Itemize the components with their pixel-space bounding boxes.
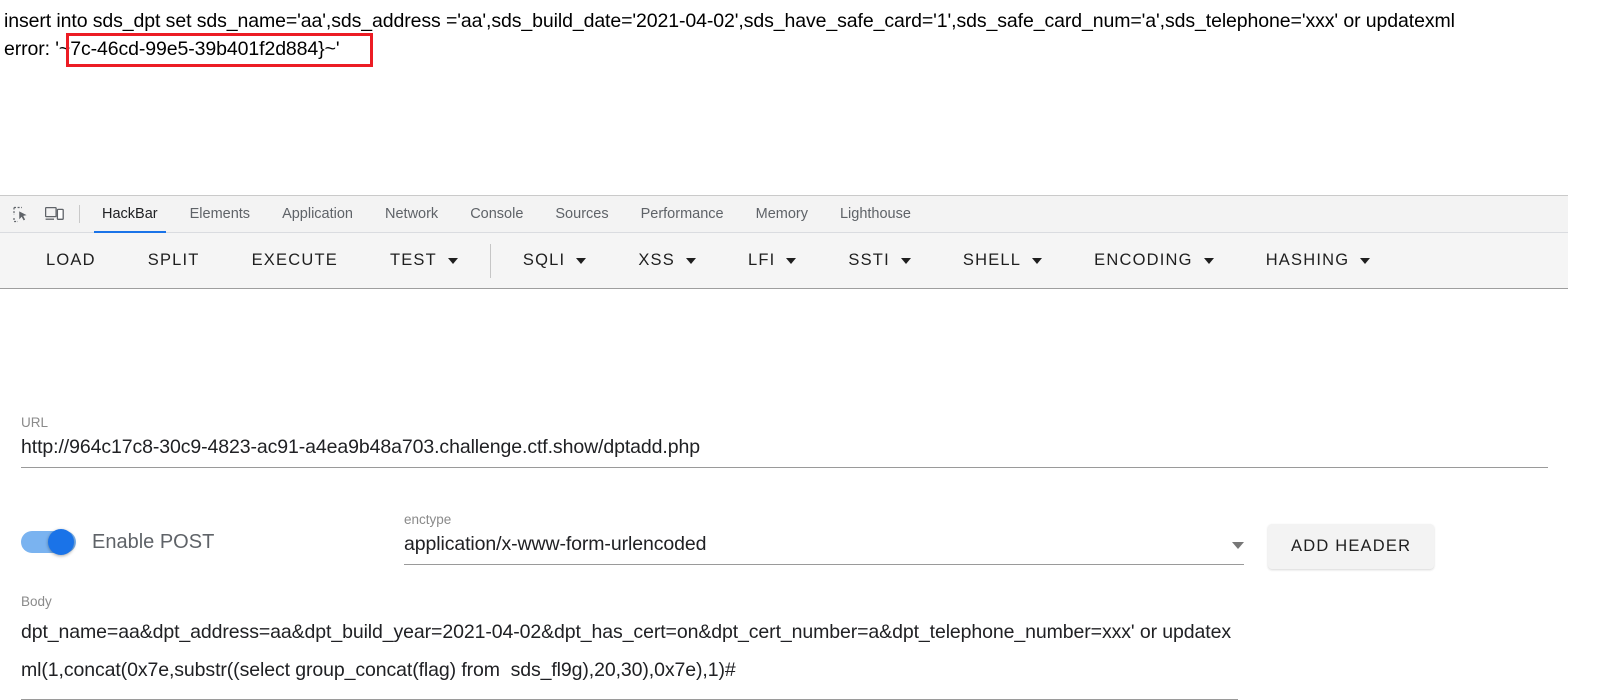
button-label: EXECUTE — [251, 251, 338, 269]
tab-performance[interactable]: Performance — [625, 196, 740, 232]
button-label: LOAD — [46, 251, 96, 269]
chevron-down-icon — [1203, 257, 1214, 264]
button-label: SPLIT — [147, 251, 200, 269]
sql-error-line: error: '~7c-46cd-99e5-39b401f2d884}~' — [4, 38, 340, 60]
tab-label: Sources — [555, 206, 609, 222]
split-button[interactable]: SPLIT — [122, 243, 226, 279]
tab-label: Network — [385, 206, 439, 222]
url-field: URL http://964c17c8-30c9-4823-ac91-a4ea9… — [21, 415, 1548, 468]
tab-label: Application — [282, 206, 353, 222]
browser-page-output: insert into sds_dpt set sds_name='aa',sd… — [0, 0, 1599, 195]
chevron-down-icon — [576, 257, 587, 264]
chevron-down-icon — [900, 257, 911, 264]
body-label: Body — [21, 594, 52, 609]
tab-label: HackBar — [102, 206, 158, 222]
button-label: SHELL — [962, 251, 1022, 269]
enctype-field: enctype application/x-www-form-urlencode… — [404, 512, 1244, 565]
lfi-menu-button[interactable]: LFI — [722, 243, 822, 279]
tab-hackbar[interactable]: HackBar — [86, 196, 174, 233]
sqli-menu-button[interactable]: SQLI — [497, 243, 612, 279]
post-options-row: Enable POST enctype application/x-www-fo… — [21, 504, 1548, 579]
toggle-knob — [48, 529, 74, 555]
button-label: ENCODING — [1094, 251, 1193, 269]
chevron-down-icon — [685, 257, 696, 264]
url-input[interactable]: http://964c17c8-30c9-4823-ac91-a4ea9b48a… — [21, 436, 1548, 468]
shell-menu-button[interactable]: SHELL — [937, 243, 1068, 279]
chevron-down-icon — [1032, 257, 1043, 264]
test-menu-button[interactable]: TEST — [364, 243, 484, 279]
hackbar-toolbar: LOAD SPLIT EXECUTE TEST SQLI XSS LFI SST… — [0, 233, 1568, 289]
enable-post-label: Enable POST — [92, 530, 215, 553]
button-label: SSTI — [848, 251, 890, 269]
button-label: LFI — [747, 251, 776, 269]
hackbar-form: URL http://964c17c8-30c9-4823-ac91-a4ea9… — [0, 289, 1568, 700]
hashing-menu-button[interactable]: HASHING — [1240, 243, 1397, 279]
toolbar-divider — [489, 243, 491, 278]
encoding-menu-button[interactable]: ENCODING — [1068, 243, 1240, 279]
url-label: URL — [21, 415, 49, 430]
tab-label: Performance — [640, 206, 724, 222]
tab-network[interactable]: Network — [369, 196, 454, 232]
tab-lighthouse[interactable]: Lighthouse — [824, 196, 927, 232]
button-label: XSS — [638, 251, 675, 269]
chevron-down-icon — [447, 257, 458, 264]
enctype-label: enctype — [404, 512, 452, 527]
toggle-switch[interactable] — [21, 529, 76, 555]
add-header-button[interactable]: ADD HEADER — [1268, 524, 1435, 569]
tab-memory[interactable]: Memory — [740, 196, 824, 232]
tab-elements[interactable]: Elements — [174, 196, 266, 232]
tab-console[interactable]: Console — [454, 196, 539, 232]
enable-post-toggle[interactable]: Enable POST — [21, 529, 214, 555]
tab-sources[interactable]: Sources — [539, 196, 624, 232]
device-toolbar-icon[interactable] — [38, 196, 71, 232]
tab-application[interactable]: Application — [266, 196, 369, 232]
load-button[interactable]: LOAD — [20, 243, 122, 279]
body-input[interactable]: dpt_name=aa&dpt_address=aa&dpt_build_yea… — [21, 613, 1238, 700]
devtools-panel: HackBar Elements Application Network Con… — [0, 195, 1568, 700]
enctype-select[interactable]: application/x-www-form-urlencoded — [404, 533, 1244, 565]
tab-label: Lighthouse — [839, 206, 911, 222]
execute-button[interactable]: EXECUTE — [226, 243, 364, 279]
chevron-down-icon — [786, 257, 797, 264]
chevron-down-icon — [1360, 257, 1371, 264]
xss-menu-button[interactable]: XSS — [612, 243, 722, 279]
chevron-down-icon — [1232, 542, 1244, 549]
tab-label: Elements — [189, 206, 251, 222]
tab-label: Console — [470, 206, 524, 222]
sql-statement-line: insert into sds_dpt set sds_name='aa',sd… — [4, 10, 1455, 32]
button-label: TEST — [389, 251, 437, 269]
button-label: SQLI — [522, 251, 566, 269]
enctype-value: application/x-www-form-urlencoded — [404, 533, 707, 555]
button-label: HASHING — [1265, 251, 1350, 269]
tab-label: Memory — [755, 206, 808, 222]
url-value: http://964c17c8-30c9-4823-ac91-a4ea9b48a… — [21, 436, 700, 458]
inspect-element-icon[interactable] — [5, 196, 38, 232]
ssti-menu-button[interactable]: SSTI — [822, 243, 936, 279]
devtools-tabbar: HackBar Elements Application Network Con… — [0, 196, 1568, 233]
body-field: Body dpt_name=aa&dpt_address=aa&dpt_buil… — [21, 594, 1238, 700]
toolbar-divider — [79, 205, 80, 223]
